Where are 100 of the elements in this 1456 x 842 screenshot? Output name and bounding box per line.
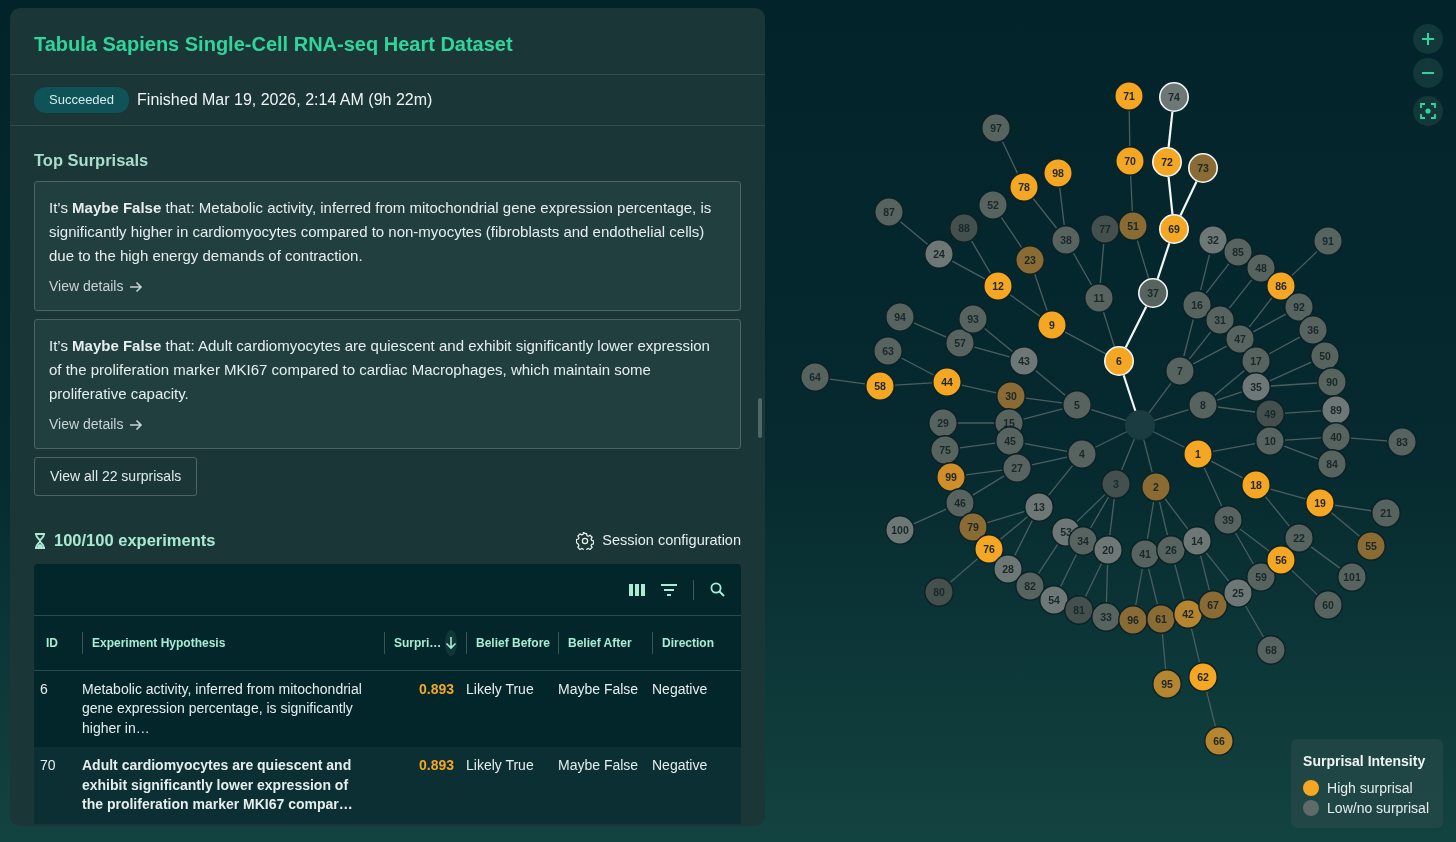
graph-node[interactable]: 21: [1371, 498, 1401, 528]
graph-node[interactable]: 61: [1146, 604, 1176, 634]
graph-node[interactable]: 100: [885, 515, 915, 545]
graph-node[interactable]: 74: [1159, 82, 1189, 112]
graph-node[interactable]: 6: [1104, 346, 1134, 376]
graph-node[interactable]: 69: [1159, 214, 1189, 244]
graph-node[interactable]: 85: [1223, 237, 1253, 267]
graph-node[interactable]: 45: [995, 426, 1025, 456]
graph-node[interactable]: 46: [945, 488, 975, 518]
column-header[interactable]: Belief After: [568, 633, 632, 652]
graph-node[interactable]: 98: [1043, 158, 1073, 188]
table-row[interactable]: 70 Adult cardiomyocytes are quiescent and exhibit significantly lower expression of the proliferation marker MKI67 compar… 0.893 Likely True Maybe False Negative: [34, 747, 741, 824]
graph-node[interactable]: 7: [1165, 356, 1195, 386]
graph-node[interactable]: 20: [1093, 535, 1123, 565]
view-details-link[interactable]: View details: [49, 414, 144, 436]
view-all-button[interactable]: View all 22 surprisals: [34, 457, 198, 497]
graph-node[interactable]: 60: [1313, 590, 1343, 620]
graph-node[interactable]: 41: [1130, 539, 1160, 569]
graph-node[interactable]: 54: [1039, 585, 1069, 615]
filter-icon[interactable]: [661, 583, 677, 596]
session-config-button[interactable]: Session configuration: [576, 529, 741, 552]
graph-node[interactable]: 92: [1284, 292, 1314, 322]
graph-node[interactable]: 63: [873, 336, 903, 366]
column-header[interactable]: ID: [46, 633, 58, 652]
graph-node[interactable]: 4: [1067, 439, 1097, 469]
graph-node[interactable]: 68: [1256, 635, 1286, 665]
graph-node[interactable]: 75: [930, 435, 960, 465]
graph-node[interactable]: 26: [1156, 535, 1186, 565]
graph-node[interactable]: 33: [1091, 602, 1121, 632]
graph-node[interactable]: 71: [1114, 81, 1144, 111]
graph-node[interactable]: 23: [1015, 245, 1045, 275]
graph-node[interactable]: 67: [1198, 590, 1228, 620]
graph-node[interactable]: 13: [1024, 492, 1054, 522]
graph-node[interactable]: 44: [932, 367, 962, 397]
graph-node[interactable]: 66: [1204, 726, 1234, 756]
graph-node[interactable]: 14: [1182, 526, 1212, 556]
column-header[interactable]: Belief Before: [476, 633, 551, 652]
graph-node[interactable]: 12: [983, 271, 1013, 301]
graph-node[interactable]: 56: [1266, 545, 1296, 575]
graph-node[interactable]: 18: [1241, 470, 1271, 500]
graph-node[interactable]: 72: [1152, 147, 1182, 177]
graph-node[interactable]: 43: [1009, 346, 1039, 376]
graph-node[interactable]: 50: [1310, 341, 1340, 371]
graph-node[interactable]: 84: [1317, 449, 1347, 479]
sort-button[interactable]: [445, 629, 458, 656]
graph-node[interactable]: 82: [1015, 571, 1045, 601]
graph-node[interactable]: 97: [981, 113, 1011, 143]
graph-node[interactable]: 38: [1051, 225, 1081, 255]
graph-node[interactable]: 91: [1313, 226, 1343, 256]
graph-node[interactable]: 5: [1062, 390, 1092, 420]
graph-node[interactable]: 47: [1225, 324, 1255, 354]
graph-node[interactable]: 11: [1084, 283, 1114, 313]
graph-node[interactable]: 29: [928, 408, 958, 438]
column-header[interactable]: Surpri…: [394, 633, 442, 652]
graph-node[interactable]: 86: [1266, 271, 1296, 301]
graph-node[interactable]: 30: [996, 381, 1026, 411]
graph-node[interactable]: 90: [1317, 367, 1347, 397]
graph-node[interactable]: 95: [1152, 669, 1182, 699]
graph-node[interactable]: 73: [1188, 153, 1218, 183]
graph-node[interactable]: 94: [885, 302, 915, 332]
graph-node[interactable]: 22: [1284, 523, 1314, 553]
graph-node[interactable]: 70: [1115, 146, 1145, 176]
fit-view-button[interactable]: [1413, 96, 1443, 126]
graph-node[interactable]: 55: [1356, 531, 1386, 561]
graph-node[interactable]: 83: [1387, 427, 1417, 457]
column-header[interactable]: Experiment Hypothesis: [92, 633, 226, 652]
graph-node[interactable]: 51: [1118, 211, 1148, 241]
graph-node[interactable]: 99: [936, 462, 966, 492]
columns-icon[interactable]: [629, 583, 645, 596]
graph-node[interactable]: 64: [800, 362, 830, 392]
graph-node[interactable]: 24: [924, 239, 954, 269]
graph-node[interactable]: 1: [1183, 439, 1213, 469]
column-header[interactable]: Direction: [662, 633, 714, 652]
graph-node[interactable]: 93: [958, 304, 988, 334]
graph-node[interactable]: 40: [1321, 422, 1351, 452]
search-icon[interactable]: [710, 582, 725, 597]
graph-node[interactable]: 9: [1037, 310, 1067, 340]
graph-node[interactable]: 42: [1173, 599, 1203, 629]
graph-node[interactable]: 39: [1213, 505, 1243, 535]
graph-node[interactable]: 28: [993, 554, 1023, 584]
graph-node[interactable]: 10: [1255, 426, 1285, 456]
graph-node[interactable]: 37: [1138, 278, 1168, 308]
graph-node[interactable]: 96: [1118, 605, 1148, 635]
graph-node[interactable]: 16: [1182, 290, 1212, 320]
graph-node[interactable]: 79: [958, 512, 988, 542]
zoom-out-button[interactable]: [1413, 58, 1443, 88]
graph-node[interactable]: 8: [1188, 390, 1218, 420]
graph-node[interactable]: 27: [1002, 453, 1032, 483]
graph-node[interactable]: 89: [1321, 395, 1351, 425]
view-details-link[interactable]: View details: [49, 276, 144, 298]
graph-node[interactable]: 87: [874, 197, 904, 227]
table-row[interactable]: 6 Metabolic activity, inferred from mitochondrial gene expression percentage, is significantly higher in… 0.893 Likely True Maybe False Negative: [34, 670, 741, 747]
graph-node[interactable]: 31: [1205, 305, 1235, 335]
graph-node[interactable]: 78: [1009, 172, 1039, 202]
graph-node[interactable]: 62: [1188, 662, 1218, 692]
graph-node[interactable]: 58: [865, 371, 895, 401]
graph-node[interactable]: 52: [978, 190, 1008, 220]
scrollbar-thumb[interactable]: [758, 398, 762, 438]
graph-node[interactable]: 17: [1241, 346, 1271, 376]
graph-node[interactable]: 25: [1223, 578, 1253, 608]
